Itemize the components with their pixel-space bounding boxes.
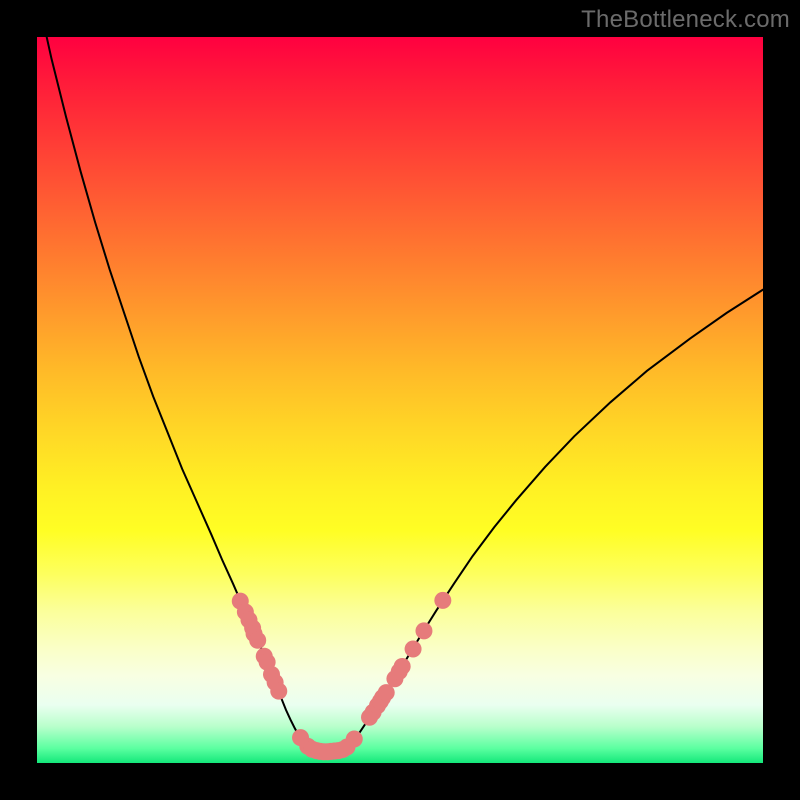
curve-layer — [37, 37, 763, 763]
plot-area — [37, 37, 763, 763]
data-point — [346, 731, 363, 748]
data-point — [270, 683, 287, 700]
data-point — [249, 632, 266, 649]
data-point — [434, 592, 451, 609]
data-point — [405, 641, 422, 658]
data-point — [415, 622, 432, 639]
watermark-text: TheBottleneck.com — [581, 6, 790, 34]
chart-frame: TheBottleneck.com — [0, 0, 800, 800]
data-point — [394, 658, 411, 675]
curve-left — [37, 0, 309, 748]
curve-right — [346, 290, 763, 749]
data-points — [232, 592, 452, 760]
